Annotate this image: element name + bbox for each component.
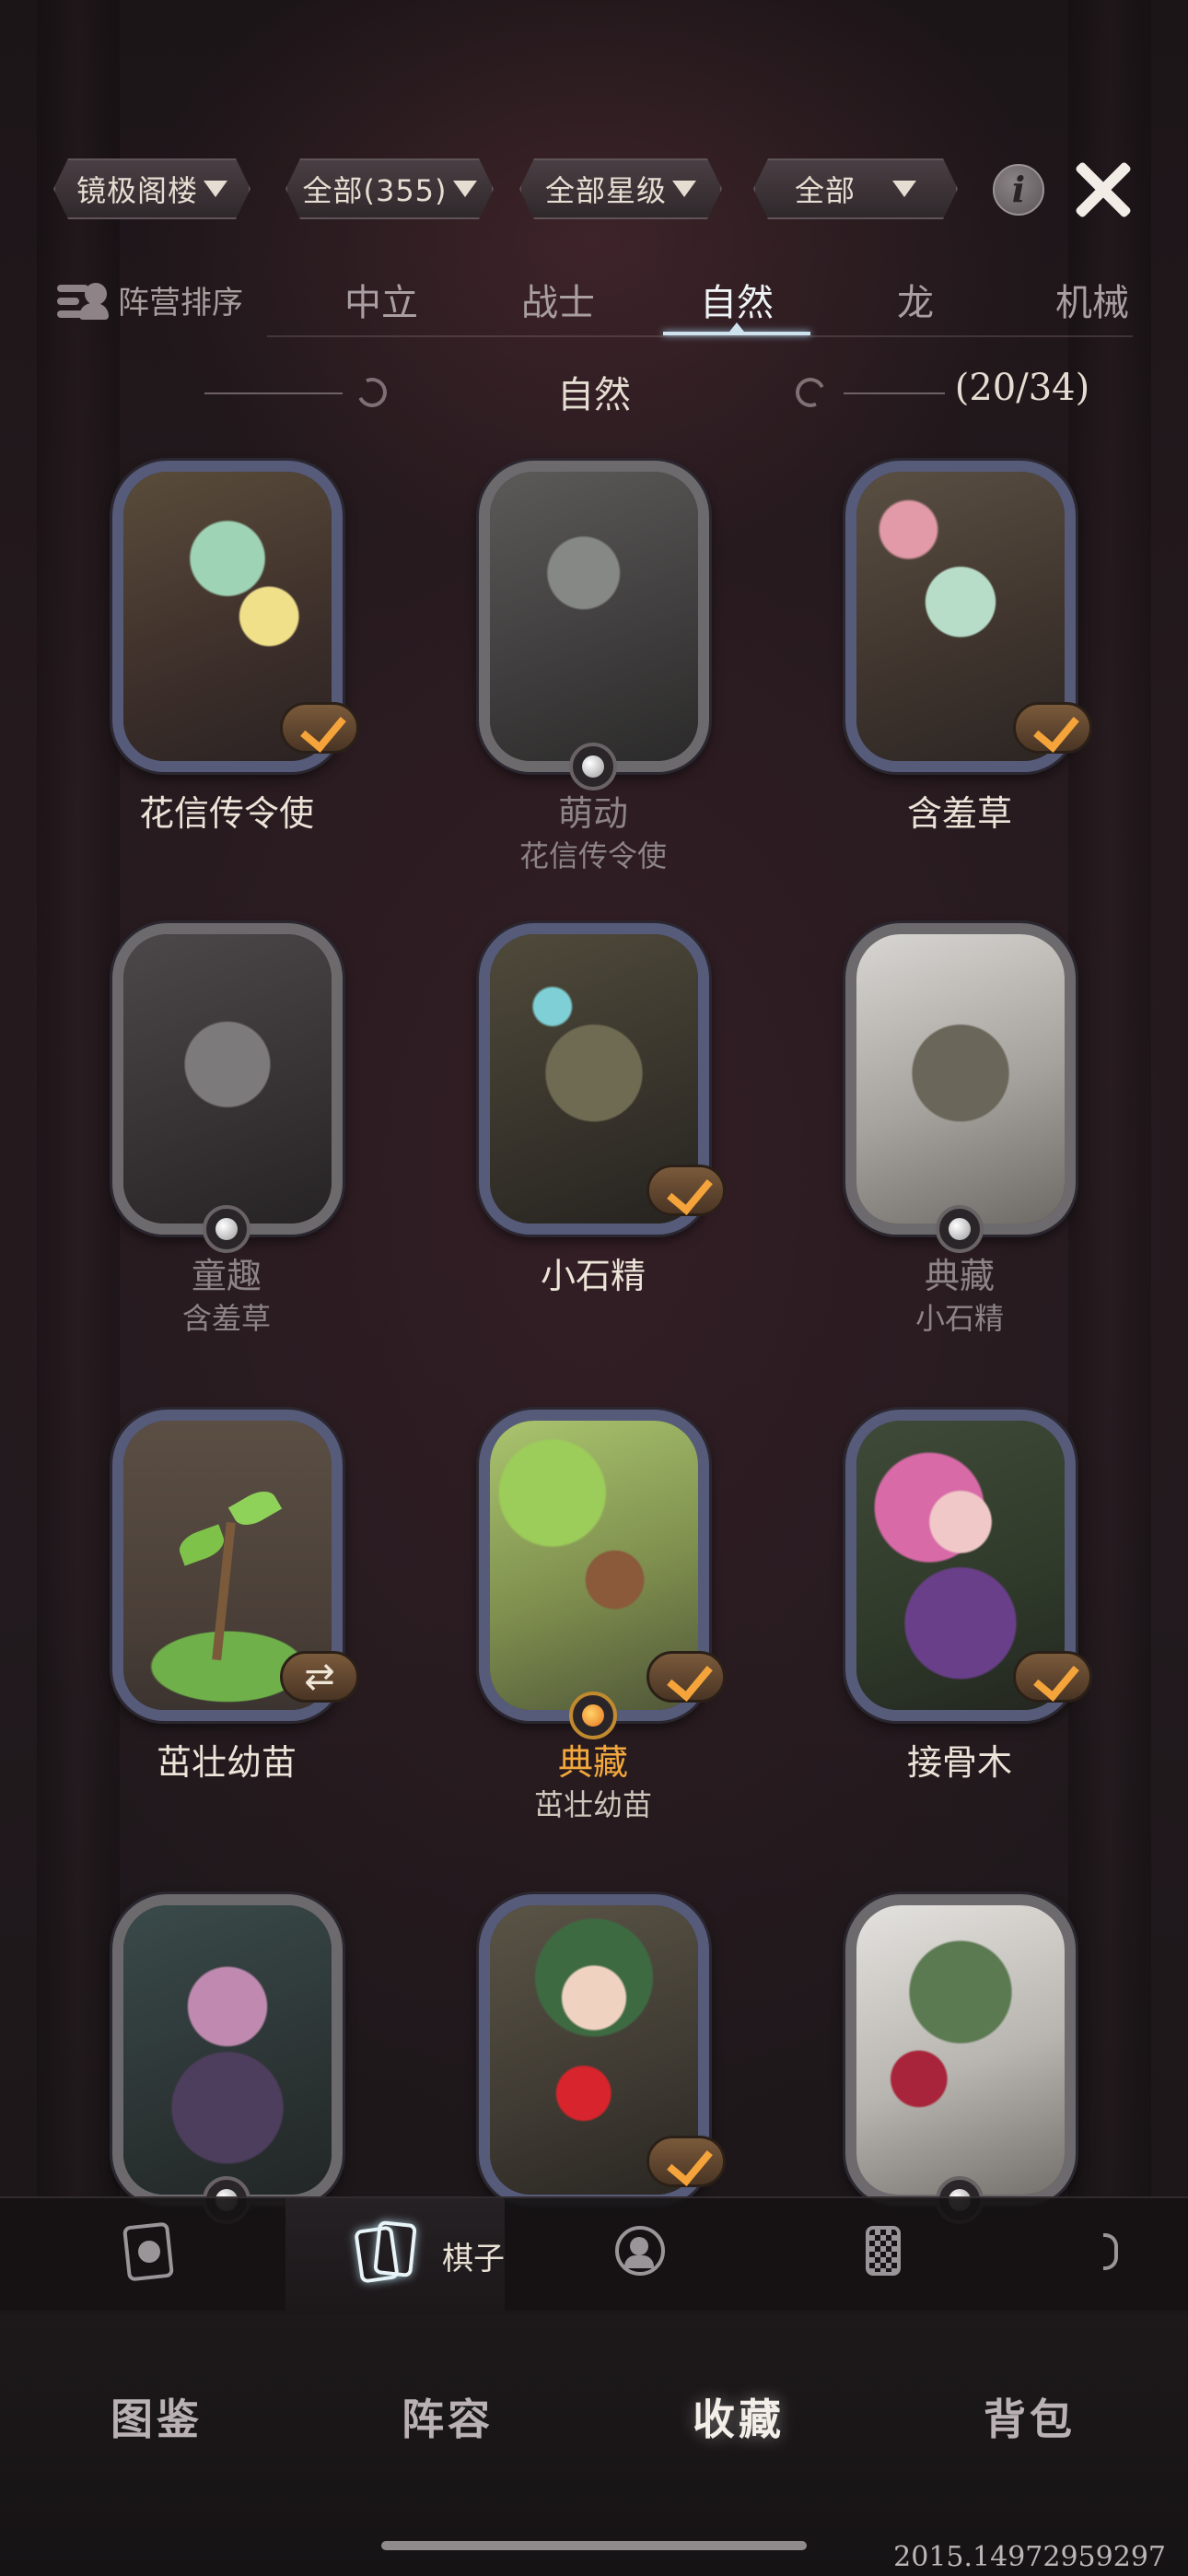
owned-check-icon (1013, 702, 1092, 754)
variant-indicator-icon (203, 1205, 250, 1253)
build-id: 2015.14972959297 (893, 2541, 1166, 2573)
variant-indicator-icon (936, 1205, 984, 1253)
card-name: 接骨木 (906, 1742, 1012, 1783)
active-tab-caret (729, 322, 744, 332)
swap-icon: ⇄ (280, 1651, 359, 1703)
card-frame (479, 461, 709, 772)
dropdown-arrow-icon (672, 181, 696, 197)
card-item[interactable]: 典藏 茁壮幼苗 (455, 1410, 731, 1822)
tab-neutral[interactable]: 中立 (317, 273, 446, 324)
swirl-ornament-icon (791, 373, 830, 412)
card-item[interactable]: 接骨木 (821, 1410, 1098, 1783)
subnav-active-label: 棋子 (442, 2241, 505, 2277)
owned-check-icon (646, 1651, 726, 1703)
card-base-name: 小石精 (914, 1301, 1004, 1336)
owned-check-icon (646, 1165, 726, 1216)
more-icon[interactable] (1098, 2220, 1125, 2285)
card-name: 萌动 (557, 793, 628, 834)
map-filter-dropdown[interactable]: 镜极阁楼 (53, 158, 250, 219)
star-filter-label: 全部星级 (544, 173, 667, 208)
section-title: 自然 (557, 374, 631, 416)
board-icon[interactable] (862, 2220, 908, 2285)
card-frame (845, 923, 1076, 1235)
card-frame (112, 923, 343, 1235)
variant-indicator-icon (569, 743, 617, 790)
card-name: 小石精 (540, 1256, 646, 1296)
divider-line (204, 392, 343, 394)
owned-check-icon (280, 702, 359, 754)
card-name: 典藏 (924, 1256, 995, 1296)
tab-nature[interactable]: 自然 (672, 273, 801, 324)
card-base-name: 含羞草 (181, 1301, 271, 1336)
card-name: 花信传令使 (138, 793, 314, 834)
dropdown-arrow-icon (204, 181, 227, 197)
portrait-card-icon[interactable] (122, 2220, 181, 2285)
tab-warrior[interactable]: 战士 (494, 273, 623, 324)
camp-sort-label: 阵营排序 (118, 284, 243, 322)
tab-mech[interactable]: 机械 (1028, 273, 1157, 324)
card-art-image (123, 1905, 332, 2195)
dropdown-arrow-icon (892, 181, 916, 197)
nav-collection[interactable]: 收藏 (646, 2386, 831, 2447)
card-art-image (856, 934, 1065, 1224)
variant-gold-indicator-icon (569, 1692, 617, 1739)
filter-bar: 镜极阁楼 全部(355) 全部星级 全部 (53, 158, 1140, 221)
avatar-frame-icon[interactable] (610, 2220, 669, 2285)
card-item[interactable]: 小石精 (455, 923, 731, 1296)
card-item[interactable]: ⇄ 茁壮幼苗 (88, 1410, 365, 1783)
divider-line (844, 392, 945, 394)
type-filter-dropdown[interactable]: 全部 (753, 158, 958, 219)
card-base-name: 茁壮幼苗 (533, 1787, 652, 1822)
card-item[interactable]: 含羞草 (821, 461, 1098, 834)
card-name: 典藏 (557, 1742, 628, 1783)
camp-sort-button[interactable]: 阵营排序 (57, 276, 243, 322)
close-icon[interactable] (1070, 157, 1135, 221)
owned-check-icon (1013, 1651, 1092, 1703)
home-indicator[interactable] (381, 2541, 807, 2550)
owned-check-icon (646, 2136, 726, 2187)
card-item[interactable]: 典藏 小石精 (821, 923, 1098, 1336)
star-filter-dropdown[interactable]: 全部星级 (519, 158, 722, 219)
nav-codex[interactable]: 图鉴 (64, 2386, 249, 2447)
tab-divider (267, 335, 1133, 337)
info-icon[interactable]: i (993, 164, 1044, 216)
tab-dragon[interactable]: 龙 (851, 273, 980, 324)
card-frame (845, 1894, 1076, 2206)
swirl-ornament-icon (353, 373, 391, 412)
type-filter-label: 全部 (794, 173, 856, 208)
count-filter-dropdown[interactable]: 全部(355) (285, 158, 494, 219)
card-name: 茁壮幼苗 (156, 1742, 297, 1783)
card-name: 童趣 (191, 1256, 262, 1296)
card-art-image (490, 472, 698, 761)
count-filter-label: 全部(355) (302, 173, 448, 208)
dropdown-arrow-icon (453, 181, 477, 197)
nav-lineup[interactable]: 阵容 (355, 2386, 540, 2447)
card-item[interactable]: 童趣 含羞草 (88, 923, 365, 1336)
card-art-image (856, 1905, 1065, 2195)
section-header: 自然 (20/34) (0, 365, 1188, 420)
card-item[interactable]: 萌动 花信传令使 (455, 461, 731, 873)
nav-backpack[interactable]: 背包 (938, 2386, 1122, 2447)
map-filter-label: 镜极阁楼 (76, 173, 198, 208)
card-base-name: 花信传令使 (518, 838, 667, 873)
card-name: 含羞草 (906, 793, 1012, 834)
card-art-image (123, 934, 332, 1224)
collection-count: (20/34) (954, 367, 1090, 409)
active-tab-indicator (663, 332, 810, 335)
card-frame (112, 1894, 343, 2206)
chess-piece-card-icon[interactable] (354, 2219, 431, 2285)
card-item[interactable]: 花信传令使 (88, 461, 365, 834)
camp-sort-icon (57, 279, 109, 320)
